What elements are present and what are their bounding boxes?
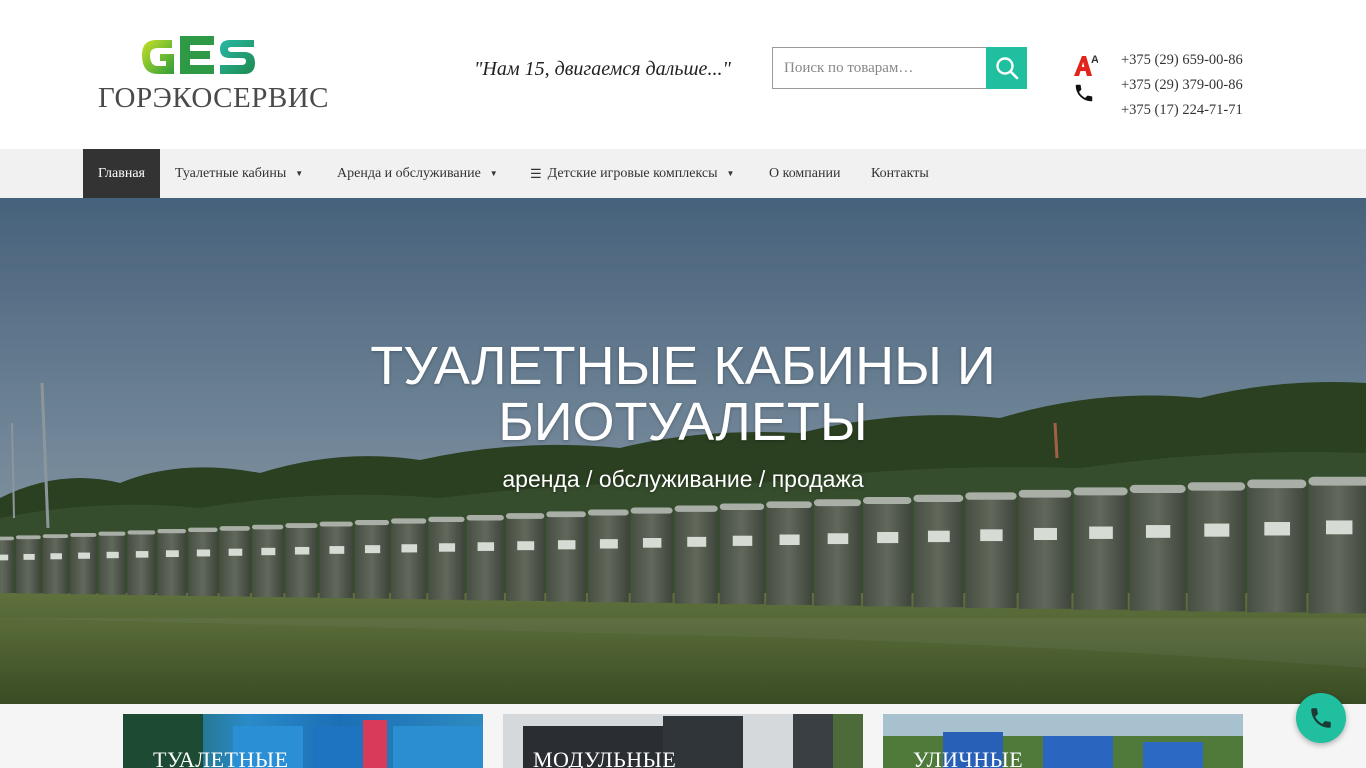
phone-number[interactable]: +375 (29) 379-00-86 (1121, 73, 1243, 98)
site-header: ГОРЭКОСЕРВИС "Нам 15, двигаемся дальше..… (0, 0, 1366, 149)
nav-item-contacts[interactable]: Контакты (856, 149, 929, 198)
caret-down-icon: ▼ (295, 169, 304, 178)
card-modular[interactable]: МОДУЛЬНЫЕ (503, 714, 863, 768)
nav-item-label: О компании (769, 165, 841, 181)
card-toilet-cabins[interactable]: ТУАЛЕТНЫЕ (123, 714, 483, 768)
nav-item-about[interactable]: О компании (755, 149, 856, 198)
nav-item-rental-service[interactable]: Аренда и обслуживание ▼ (322, 149, 516, 198)
search-input[interactable] (772, 47, 987, 89)
logo[interactable]: ГОРЭКОСЕРВИС (96, 30, 329, 114)
phone-list: +375 (29) 659-00-86 +375 (29) 379-00-86 … (1121, 48, 1243, 123)
card-label: ТУАЛЕТНЫЕ (153, 747, 289, 768)
hero-subtitle: аренда / обслуживание / продажа (502, 466, 864, 492)
a1-badge-text: A1 (1091, 54, 1098, 66)
logo-text: ГОРЭКОСЕРВИС (98, 82, 329, 114)
main-nav: Главная Туалетные кабины ▼ Аренда и обсл… (0, 149, 1366, 198)
nav-item-label: Аренда и обслуживание (337, 165, 481, 181)
search-button[interactable] (986, 47, 1027, 89)
nav-item-label: Контакты (871, 165, 929, 181)
ges-logo-mark (142, 36, 255, 74)
hero-title-line: БИОТУАЛЕТЫ (498, 392, 868, 452)
search-icon (995, 57, 1018, 80)
phone-number[interactable]: +375 (29) 659-00-86 (1121, 48, 1243, 73)
slogan: "Нам 15, двигаемся дальше..." (474, 58, 731, 80)
nav-item-toilet-cabins[interactable]: Туалетные кабины ▼ (160, 149, 322, 198)
product-search (772, 47, 1027, 89)
hero-title: ТУАЛЕТНЫЕ КАБИНЫ И БИОТУАЛЕТЫ (283, 338, 1083, 450)
caret-down-icon: ▼ (489, 169, 498, 178)
card-label: МОДУЛЬНЫЕ (533, 747, 677, 768)
hero-title-line: ТУАЛЕТНЫЕ КАБИНЫ И (370, 336, 996, 396)
nav-item-home[interactable]: Главная (83, 149, 160, 198)
call-button[interactable] (1296, 693, 1346, 743)
phone-icons: A1 (1072, 52, 1102, 108)
nav-item-playgrounds[interactable]: ☰ Детские игровые комплексы ▼ (516, 149, 755, 198)
card-label: УЛИЧНЫЕ (913, 747, 1024, 768)
phone-icon (1311, 708, 1331, 728)
caret-down-icon: ▼ (726, 169, 735, 178)
category-cards: ТУАЛЕТНЫЕ МОДУЛЬНЫЕ УЛИЧНЫЕ (0, 704, 1366, 768)
card-street[interactable]: УЛИЧНЫЕ (883, 714, 1243, 768)
nav-item-label: Главная (98, 165, 145, 181)
phone-icon (1075, 84, 1093, 102)
nav-item-label: Детские игровые комплексы (547, 165, 718, 181)
hero-banner: ТУАЛЕТНЫЕ КАБИНЫ И БИОТУАЛЕТЫ аренда / о… (0, 198, 1366, 704)
menu-icon: ☰ (530, 165, 542, 181)
phone-number[interactable]: +375 (17) 224-71-71 (1121, 98, 1243, 123)
nav-item-label: Туалетные кабины (175, 165, 287, 181)
a1-operator-icon: A1 (1074, 54, 1098, 76)
